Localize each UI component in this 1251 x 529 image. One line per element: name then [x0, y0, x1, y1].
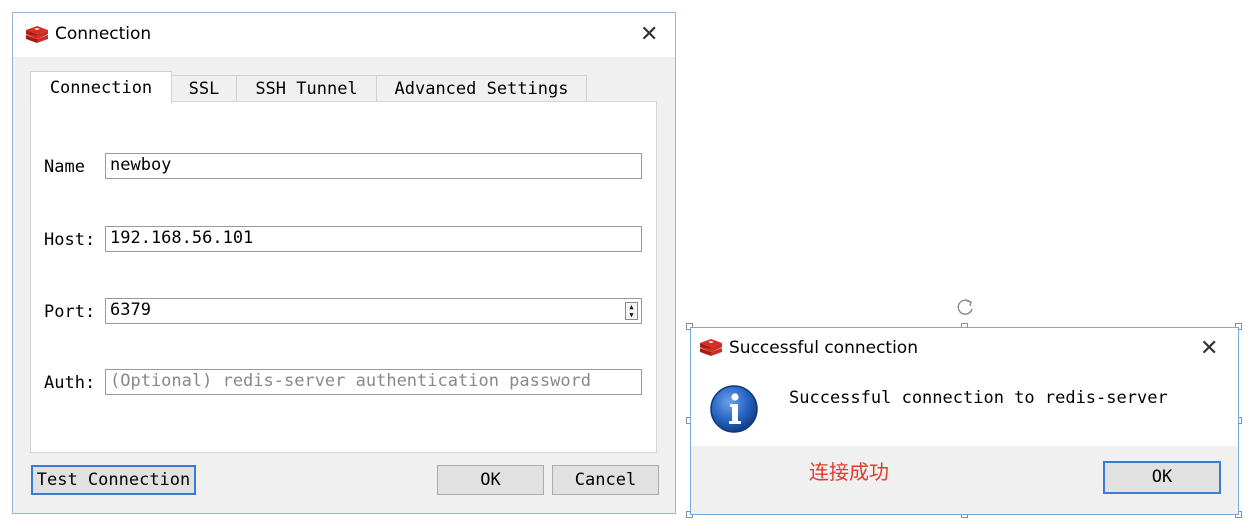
info-icon [710, 385, 758, 433]
dialog-title: Successful connection [729, 338, 918, 358]
rotate-handle-icon[interactable] [954, 296, 976, 318]
window-title: Connection [55, 24, 152, 44]
annotation-text: 连接成功 [809, 460, 889, 484]
ok-button[interactable]: OK [437, 465, 544, 495]
connection-window: Connection ✕ Connection SSL SSH Tunnel A… [12, 12, 676, 514]
close-icon[interactable]: ✕ [640, 24, 658, 46]
stepper-up-icon[interactable]: ▲ [626, 303, 637, 311]
success-dialog: Successful connection ✕ Successful conne… [690, 327, 1239, 515]
host-label: Host: [44, 230, 96, 250]
dialog-body: Successful connection ✕ Successful conne… [691, 328, 1238, 446]
redis-logo-icon [26, 26, 48, 43]
redis-logo-icon [700, 339, 722, 356]
port-input[interactable]: 6379 ▲ ▼ [105, 298, 642, 324]
stepper-down-icon[interactable]: ▼ [626, 311, 637, 319]
host-input[interactable]: 192.168.56.101 [105, 226, 642, 252]
close-icon[interactable]: ✕ [1200, 338, 1218, 360]
title-bar: Connection ✕ [13, 13, 675, 57]
cancel-button[interactable]: Cancel [552, 465, 659, 495]
tab-connection[interactable]: Connection [30, 71, 172, 104]
tab-advanced-settings[interactable]: Advanced Settings [376, 75, 587, 102]
name-input[interactable]: newboy [105, 153, 642, 179]
port-stepper[interactable]: ▲ ▼ [625, 302, 638, 320]
port-label: Port: [44, 302, 96, 322]
test-connection-button[interactable]: Test Connection [31, 465, 196, 495]
tab-ssl[interactable]: SSL [171, 75, 237, 102]
port-value: 6379 [110, 300, 151, 320]
name-label: Name [44, 157, 85, 177]
dialog-ok-button[interactable]: OK [1103, 461, 1221, 494]
auth-input[interactable]: (Optional) redis-server authentication p… [105, 369, 642, 395]
dialog-message: Successful connection to redis-server [789, 388, 1168, 408]
auth-label: Auth: [44, 373, 96, 393]
tab-ssh-tunnel[interactable]: SSH Tunnel [236, 75, 377, 102]
